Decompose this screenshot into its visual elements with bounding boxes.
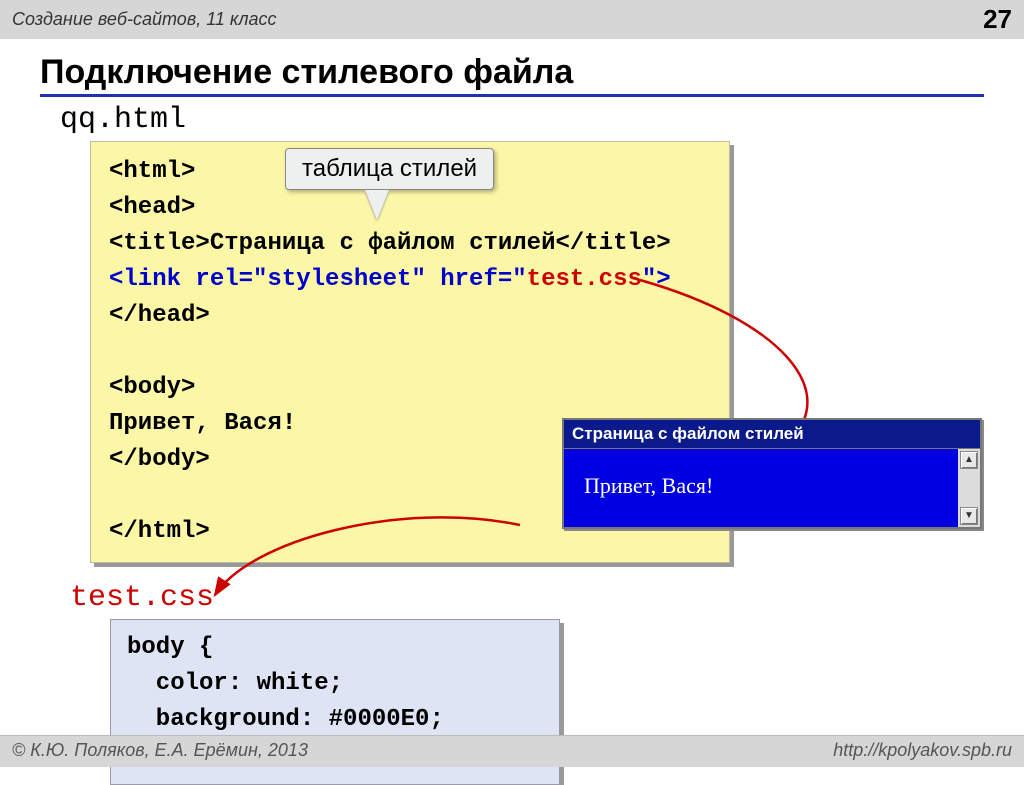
filename-html: qq.html: [60, 103, 984, 137]
browser-preview: Страница с файлом стилей Привет, Вася! ▲…: [562, 418, 982, 529]
scroll-down-icon[interactable]: ▼: [960, 507, 978, 525]
filename-css: test.css: [70, 581, 984, 615]
code-link-close: ">: [642, 266, 671, 293]
code-line: <html>: [109, 158, 195, 185]
browser-body: Привет, Вася!: [564, 449, 958, 527]
callout-stylesheet: таблица стилей: [285, 148, 494, 220]
code-line: <body>: [109, 374, 195, 401]
callout-label: таблица стилей: [285, 148, 494, 190]
code-href-value: test.css: [527, 266, 642, 293]
code-line: </title>: [555, 230, 670, 257]
code-line: color: white;: [127, 670, 343, 697]
code-link-tag: <link rel="stylesheet" href=": [109, 266, 527, 293]
code-line: <title>: [109, 230, 210, 257]
code-text: Привет, Вася!: [109, 410, 296, 437]
slide-footer: © К.Ю. Поляков, Е.А. Ерёмин, 2013 http:/…: [0, 735, 1024, 767]
code-line: </head>: [109, 302, 210, 329]
browser-titlebar: Страница с файлом стилей: [564, 420, 980, 448]
scroll-up-icon[interactable]: ▲: [960, 451, 978, 469]
code-line: </html>: [109, 518, 210, 545]
scrollbar[interactable]: ▲ ▼: [958, 449, 980, 527]
code-text: Страница с файлом стилей: [210, 230, 556, 257]
code-line: body {: [127, 634, 213, 661]
course-label: Создание веб-сайтов, 11 класс: [12, 9, 277, 30]
code-line: <head>: [109, 194, 195, 221]
callout-tail-icon: [365, 190, 389, 220]
slide-title: Подключение стилевого файла: [40, 53, 984, 97]
footer-url: http://kpolyakov.spb.ru: [833, 740, 1012, 761]
code-line: </body>: [109, 446, 210, 473]
slide-header: Создание веб-сайтов, 11 класс 27: [0, 0, 1024, 39]
page-number: 27: [983, 4, 1012, 35]
code-line: background: #0000E0;: [127, 706, 444, 733]
copyright-label: © К.Ю. Поляков, Е.А. Ерёмин, 2013: [12, 740, 308, 761]
